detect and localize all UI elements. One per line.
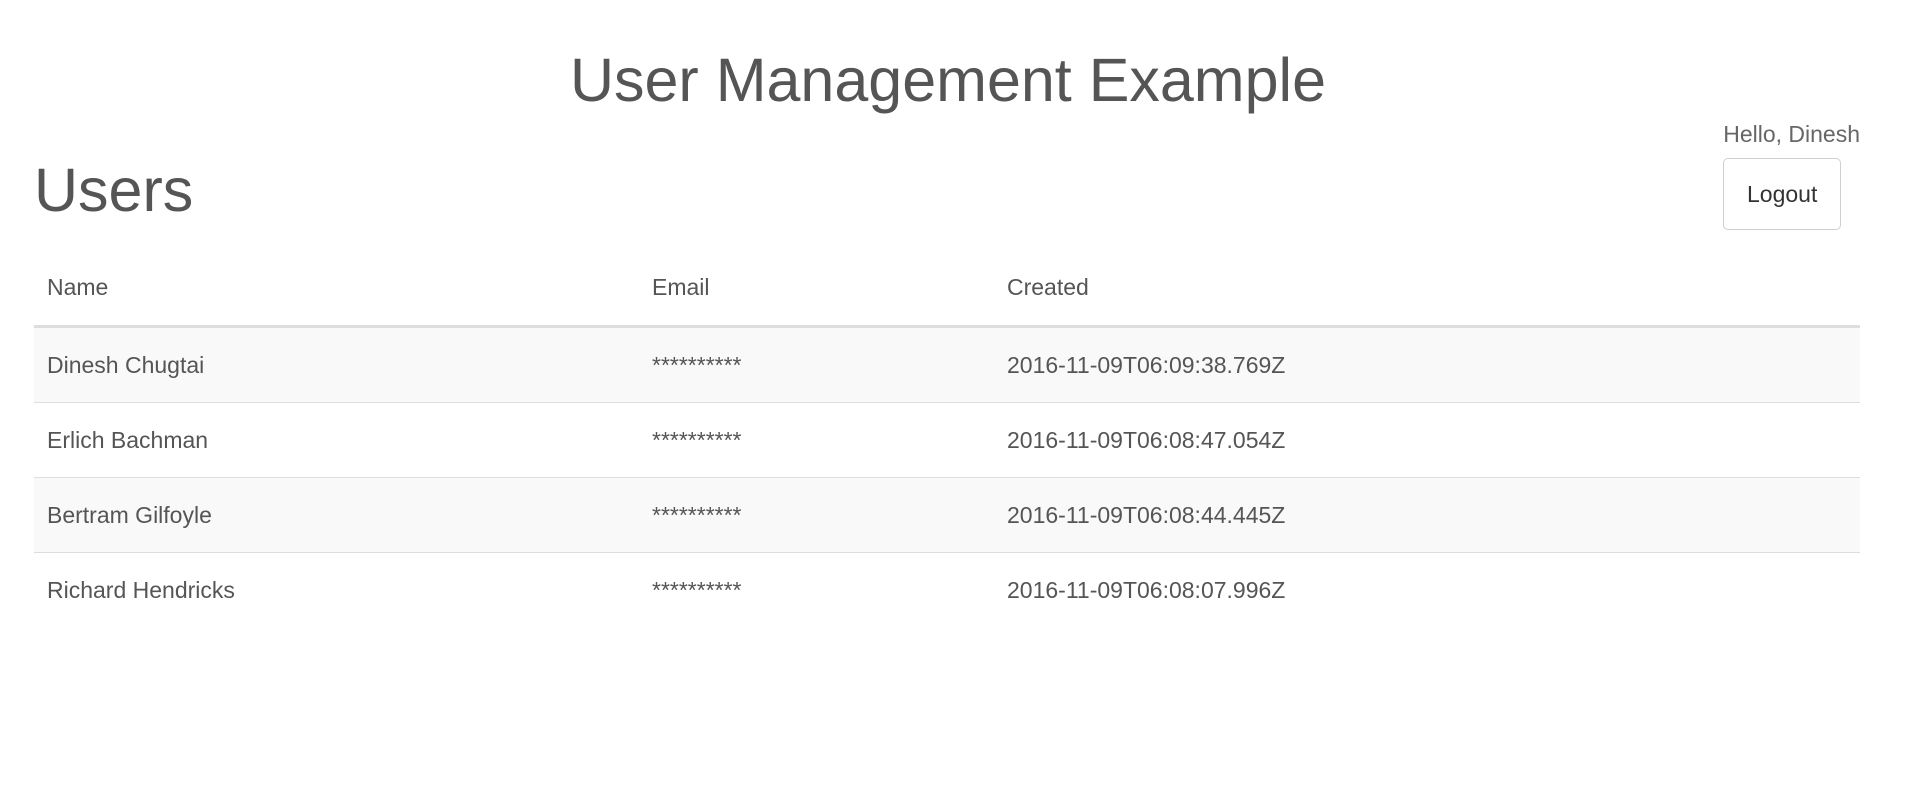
column-header-name: Name — [34, 250, 639, 328]
cell-created: 2016-11-09T06:09:38.769Z — [994, 326, 1860, 403]
table-row: Richard Hendricks ********** 2016-11-09T… — [34, 553, 1860, 628]
cell-name: Erlich Bachman — [34, 402, 639, 478]
cell-created: 2016-11-09T06:08:47.054Z — [994, 402, 1860, 478]
users-table: Name Email Created Dinesh Chugtai ******… — [34, 250, 1860, 627]
column-header-email: Email — [639, 250, 994, 328]
table-header-row: Name Email Created — [34, 250, 1860, 328]
greeting-text: Hello, Dinesh — [1723, 121, 1860, 147]
table-row: Erlich Bachman ********** 2016-11-09T06:… — [34, 402, 1860, 478]
cell-email: ********** — [639, 326, 994, 403]
cell-name: Richard Hendricks — [47, 576, 235, 603]
cell-email: ********** — [639, 477, 994, 553]
table-row: Bertram Gilfoyle ********** 2016-11-09T0… — [34, 477, 1860, 553]
page-title: Users — [34, 156, 194, 224]
cell-created: 2016-11-09T06:08:07.996Z — [1007, 576, 1286, 603]
column-header-created: Created — [994, 250, 1860, 328]
logout-button[interactable]: Logout — [1723, 158, 1842, 230]
user-box: Hello, Dinesh Logout — [1723, 118, 1860, 230]
cell-created: 2016-11-09T06:08:44.445Z — [994, 477, 1860, 553]
table-header: Name Email Created — [34, 250, 1860, 328]
table-body: Dinesh Chugtai ********** 2016-11-09T06:… — [34, 326, 1860, 628]
app-title: User Management Example — [569, 46, 1327, 114]
table-row: Dinesh Chugtai ********** 2016-11-09T06:… — [34, 326, 1860, 403]
cell-email: ********** — [652, 576, 742, 603]
cell-name: Bertram Gilfoyle — [34, 477, 639, 553]
cell-email: ********** — [639, 402, 994, 478]
cell-name: Dinesh Chugtai — [34, 326, 639, 403]
